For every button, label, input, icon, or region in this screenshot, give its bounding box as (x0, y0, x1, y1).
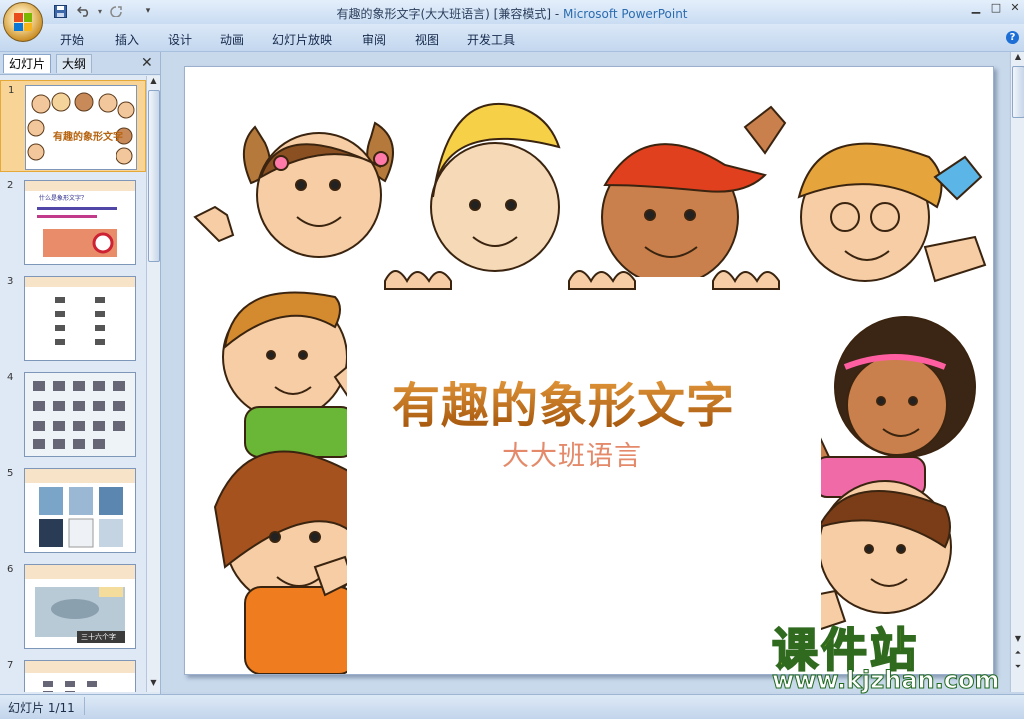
thumbnail-list: 1 有趣的象形文字 2 什么是象形文字？ 3 4 5 6 三十六个字 7 (0, 76, 146, 692)
tab-animations[interactable]: 动画 (220, 31, 244, 48)
title-separator: - (551, 7, 563, 21)
slide-number: 3 (7, 276, 14, 287)
slide-thumbnail[interactable] (24, 468, 136, 553)
thumb7-content (25, 661, 135, 692)
scroll-thumb[interactable] (1012, 66, 1024, 118)
slide-thumbnail-row[interactable]: 5 (0, 464, 146, 556)
thumb1-title: 有趣的象形文字 (53, 132, 123, 143)
slide-thumbnail[interactable] (24, 660, 136, 692)
thumb3-content (25, 277, 135, 345)
slide-thumbnail-row[interactable]: 2 什么是象形文字？ (0, 176, 146, 268)
office-button[interactable] (3, 2, 43, 42)
slide-thumbnail[interactable] (24, 372, 136, 457)
scroll-down-icon[interactable]: ▼ (148, 678, 159, 690)
next-slide-icon[interactable]: ⏷ (1012, 662, 1024, 674)
tab-insert[interactable]: 插入 (115, 31, 139, 48)
slide-number: 2 (7, 180, 14, 191)
scroll-down-icon[interactable]: ▼ (1012, 634, 1024, 646)
previous-slide-icon[interactable]: ⏶ (1012, 648, 1024, 660)
tab-slideshow[interactable]: 幻灯片放映 (272, 31, 332, 48)
slide-number: 1 (8, 85, 15, 96)
slide-scrollbar[interactable]: ▲ ▼ ⏶ ⏷ (1010, 52, 1024, 692)
thumb2-text: 什么是象形文字？ (39, 195, 88, 202)
slide-thumbnail[interactable]: 什么是象形文字？ (24, 180, 136, 265)
thumbnail-scrollbar[interactable]: ▲ ▼ (146, 76, 160, 692)
maximize-button[interactable]: □ (986, 1, 1006, 15)
help-icon[interactable]: ? (1006, 31, 1019, 44)
scroll-thumb[interactable] (148, 90, 160, 262)
scroll-up-icon[interactable]: ▲ (148, 76, 159, 88)
slide-thumbnail-row[interactable]: 1 有趣的象形文字 (0, 80, 146, 172)
thumb6-caption: 三十六个字 (81, 633, 116, 641)
slide-number: 5 (7, 468, 14, 479)
status-bar (0, 694, 1024, 719)
slide-title[interactable]: 有趣的象形文字 (392, 366, 735, 436)
slide-number: 6 (7, 564, 14, 575)
slide-subtitle[interactable]: 大大班语言 (502, 434, 642, 473)
minimize-button[interactable]: ▁ (966, 1, 986, 15)
slide-thumbnail-row[interactable]: 4 (0, 368, 146, 460)
tab-developer[interactable]: 开发工具 (467, 31, 515, 48)
close-button[interactable]: ✕ (1005, 1, 1024, 15)
thumb4-content (25, 373, 135, 456)
tab-design[interactable]: 设计 (168, 31, 192, 48)
office-logo-icon (14, 13, 32, 31)
slide-thumbnail[interactable]: 有趣的象形文字 (25, 85, 137, 170)
slide-thumbnail-row[interactable]: 6 三十六个字 (0, 560, 146, 652)
tab-home[interactable]: 开始 (60, 31, 84, 48)
slide-number: 4 (7, 372, 14, 383)
window-title: 有趣的象形文字(大大班语言) [兼容模式] - Microsoft PowerP… (0, 5, 1024, 22)
slide-thumbnail[interactable]: 三十六个字 (24, 564, 136, 649)
document-title: 有趣的象形文字(大大班语言) [兼容模式] (336, 7, 552, 21)
thumb5-content (25, 469, 135, 548)
pane-close-icon[interactable]: ✕ (141, 55, 153, 71)
app-name: Microsoft PowerPoint (563, 7, 688, 21)
watermark-url: www.kjzhan.com (771, 666, 1000, 695)
tab-view[interactable]: 视图 (415, 31, 439, 48)
slide-thumbnail[interactable] (24, 276, 136, 361)
tab-review[interactable]: 审阅 (362, 31, 386, 48)
scroll-up-icon[interactable]: ▲ (1012, 52, 1024, 64)
pane-tab-outline[interactable]: 大纲 (56, 54, 93, 73)
slide-thumbnail-row[interactable]: 7 (0, 656, 146, 692)
slide-indicator: 幻灯片 1/11 (8, 701, 75, 715)
slide-thumbnail-row[interactable]: 3 (0, 272, 146, 364)
status-divider (84, 697, 85, 715)
pane-tab-slides[interactable]: 幻灯片 (3, 54, 52, 73)
slide-number: 7 (7, 660, 14, 671)
thumb6-content (25, 565, 135, 643)
